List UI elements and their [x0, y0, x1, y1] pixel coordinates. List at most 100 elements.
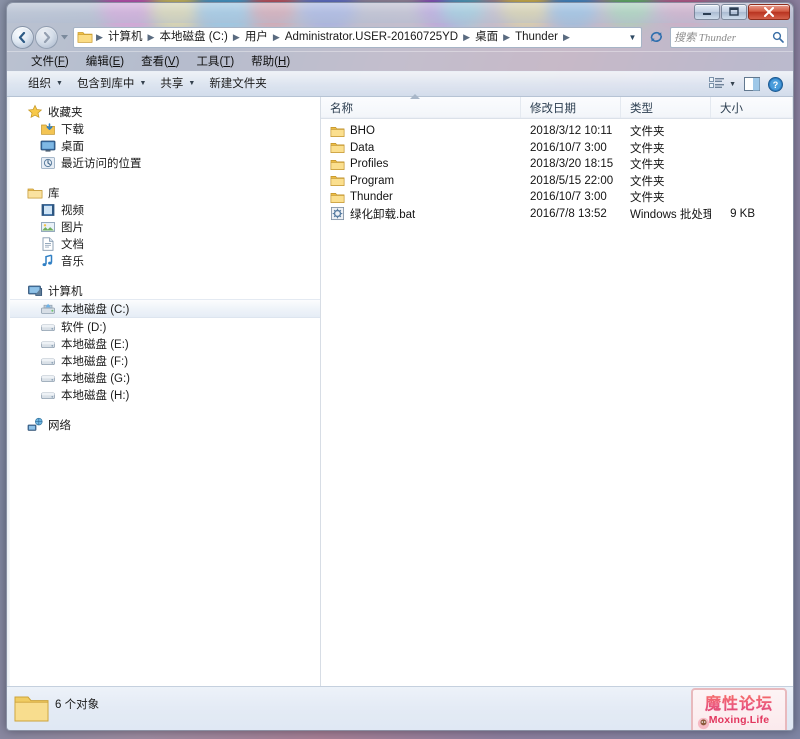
address-bar-row: ▶ 计算机 ▶ 本地磁盘 (C:) ▶ 用户 ▶ Administrator.U… — [7, 23, 793, 51]
breadcrumb-separator: ▶ — [232, 31, 240, 42]
nav-group-computer[interactable]: 计算机 — [7, 282, 320, 299]
address-bar[interactable]: ▶ 计算机 ▶ 本地磁盘 (C:) ▶ 用户 ▶ Administrator.U… — [73, 26, 642, 48]
breadcrumb-item-0[interactable]: 计算机 — [105, 28, 146, 47]
back-button[interactable] — [11, 25, 34, 49]
status-bar: 6 个对象 魔性论坛 Moxing.Life — [7, 686, 793, 730]
maximize-button[interactable] — [721, 4, 747, 20]
file-list: BHO 2018/3/12 10:11 文件夹 Data 2016/10/7 3… — [321, 119, 793, 222]
table-row[interactable]: 绿化卸载.bat 2016/7/8 13:52 Windows 批处理... 9… — [321, 206, 793, 223]
sidebar-item-drive-f[interactable]: 本地磁盘 (F:) — [7, 352, 320, 369]
column-header-date[interactable]: 修改日期 — [521, 97, 621, 118]
new-folder-button[interactable]: 新建文件夹 — [202, 74, 274, 94]
file-name-cell: Data — [321, 140, 521, 155]
include-in-library-label: 包含到库中 — [76, 78, 135, 90]
table-row[interactable]: BHO 2018/3/12 10:11 文件夹 — [321, 123, 793, 140]
sidebar-item-drive-c[interactable]: 本地磁盘 (C:) — [7, 299, 320, 318]
column-header-date-label: 修改日期 — [530, 102, 576, 115]
sidebar-item-desktop[interactable]: 桌面 — [7, 137, 320, 154]
menu-file[interactable]: 文件(F) — [23, 53, 77, 71]
breadcrumb-separator: ▶ — [272, 31, 280, 42]
table-row[interactable]: Thunder 2016/10/7 3:00 文件夹 — [321, 189, 793, 206]
breadcrumb-item-1[interactable]: 本地磁盘 (C:) — [157, 28, 231, 47]
folder-large-icon — [14, 696, 49, 722]
refresh-button[interactable] — [645, 26, 667, 49]
file-name-cell: BHO — [321, 124, 521, 139]
file-date-cell: 2018/3/12 10:11 — [530, 125, 613, 138]
nav-group-network[interactable]: 网络 — [7, 416, 320, 433]
close-button[interactable] — [748, 4, 790, 20]
menu-help-label: 帮助 — [251, 55, 275, 68]
menu-view-accel: V — [167, 55, 176, 68]
sidebar-item-label: 本地磁盘 (C:) — [61, 303, 130, 316]
status-item-count: 6 个对象 — [55, 699, 100, 711]
breadcrumb-item-3[interactable]: Administrator.USER-20160725YD — [282, 28, 461, 47]
sidebar-item-music[interactable]: 音乐 — [7, 252, 320, 269]
sidebar-item-label: 软件 (D:) — [61, 321, 107, 334]
sidebar-item-documents[interactable]: 文档 — [7, 235, 320, 252]
share-button[interactable]: 共享 ▼ — [153, 74, 202, 94]
preview-pane-button[interactable] — [740, 75, 764, 93]
file-date-cell: 2018/5/15 22:00 — [530, 174, 614, 187]
search-input[interactable]: 搜索 Thunder — [674, 29, 772, 45]
window-controls — [694, 4, 790, 20]
view-options-button[interactable]: ▼ — [705, 75, 740, 93]
table-row[interactable]: Profiles 2018/3/20 18:15 文件夹 — [321, 156, 793, 173]
sidebar-item-drive-e[interactable]: 本地磁盘 (E:) — [7, 335, 320, 352]
sidebar-item-recent-places[interactable]: 最近访问的位置 — [7, 154, 320, 171]
chevron-down-icon: ▼ — [729, 80, 736, 88]
folder-icon — [330, 159, 345, 170]
organize-button[interactable]: 组织 ▼ — [21, 74, 70, 94]
new-folder-label: 新建文件夹 — [209, 78, 267, 90]
breadcrumb-item-5[interactable]: Thunder — [512, 28, 561, 47]
chevron-down-icon: ▼ — [56, 80, 63, 87]
network-icon — [27, 417, 43, 431]
column-header-type[interactable]: 类型 — [621, 97, 711, 118]
menu-view[interactable]: 查看(V) — [133, 53, 187, 71]
column-header-size[interactable]: 大小 — [711, 97, 793, 118]
file-date-cell: 2016/10/7 3:00 — [530, 141, 607, 154]
file-type-cell: 文件夹 — [630, 175, 665, 188]
breadcrumb-item-2[interactable]: 用户 — [242, 28, 271, 47]
batch-file-icon — [330, 207, 345, 221]
sidebar-item-drive-h[interactable]: 本地磁盘 (H:) — [7, 386, 320, 403]
column-header-name[interactable]: 名称 — [321, 94, 521, 118]
file-list-pane: 名称 修改日期 类型 大小 BHO 2018/3/12 10:11 文件夹 Da… — [321, 94, 793, 686]
sidebar-item-videos[interactable]: 视频 — [7, 201, 320, 218]
sidebar-item-drive-g[interactable]: 本地磁盘 (G:) — [7, 369, 320, 386]
sidebar-item-label: 文档 — [61, 238, 84, 251]
search-icon — [772, 31, 784, 43]
breadcrumb: ▶ 计算机 ▶ 本地磁盘 (C:) ▶ 用户 ▶ Administrator.U… — [77, 28, 625, 47]
sidebar-item-drive-d[interactable]: 软件 (D:) — [7, 318, 320, 335]
sidebar-item-downloads[interactable]: 下载 — [7, 120, 320, 137]
downloads-icon — [41, 122, 55, 135]
history-dropdown-icon[interactable] — [59, 27, 70, 47]
column-header-type-label: 类型 — [630, 102, 653, 115]
search-box[interactable]: 搜索 Thunder — [670, 26, 788, 48]
menu-tools[interactable]: 工具(T) — [188, 53, 242, 71]
help-button[interactable]: ? — [764, 75, 787, 94]
file-size-cell: 9 KB — [730, 207, 755, 220]
nav-group-libraries[interactable]: 库 — [7, 184, 320, 201]
minimize-button[interactable] — [694, 4, 720, 20]
menu-tools-accel: T — [223, 55, 231, 68]
pictures-icon — [41, 221, 55, 232]
forward-button[interactable] — [35, 25, 58, 49]
file-name: 绿化卸载.bat — [350, 208, 416, 221]
menu-edit[interactable]: 编辑(E) — [78, 53, 132, 71]
view-list-icon — [709, 77, 725, 88]
table-row[interactable]: Data 2016/10/7 3:00 文件夹 — [321, 140, 793, 157]
nav-group-favorites[interactable]: 收藏夹 — [7, 103, 320, 120]
chevron-down-icon[interactable]: ▼ — [625, 33, 640, 42]
include-in-library-button[interactable]: 包含到库中 ▼ — [70, 74, 153, 94]
menu-bar: 文件(F) 编辑(E) 查看(V) 工具(T) 帮助(H) — [7, 51, 793, 71]
sidebar-item-label: 音乐 — [61, 255, 84, 268]
folder-icon — [77, 32, 93, 43]
table-row[interactable]: Program 2018/5/15 22:00 文件夹 — [321, 173, 793, 190]
music-icon — [42, 253, 53, 266]
breadcrumb-item-4[interactable]: 桌面 — [472, 28, 501, 47]
system-drive-icon — [41, 303, 55, 314]
sidebar-item-label: 本地磁盘 (E:) — [61, 338, 129, 351]
sidebar-item-pictures[interactable]: 图片 — [7, 218, 320, 235]
menu-help[interactable]: 帮助(H) — [243, 53, 298, 71]
